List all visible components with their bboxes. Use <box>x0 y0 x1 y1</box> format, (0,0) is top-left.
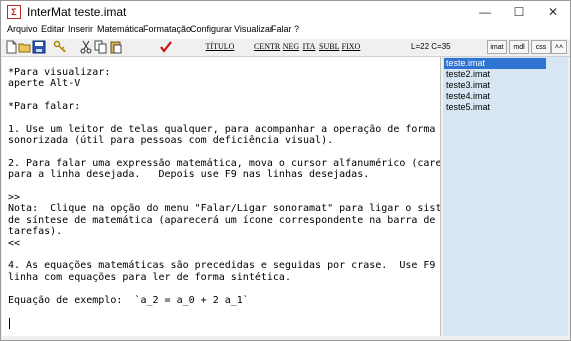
neg-button[interactable]: NEG <box>282 41 300 53</box>
text-editor[interactable]: *Para visualizar: aperte Alt-V *Para fal… <box>2 57 441 336</box>
open-folder-icon[interactable] <box>18 40 32 54</box>
key-icon[interactable] <box>53 40 67 54</box>
menu-falar[interactable]: Falar <box>271 24 292 34</box>
editor-line: *Para falar: <box>8 101 81 112</box>
check-icon[interactable] <box>159 40 173 54</box>
file-item-teste4[interactable]: teste4.imat <box>444 91 546 102</box>
editor-line: sonorizada (útil para pessoas com defici… <box>8 135 334 146</box>
editor-line: >> <box>8 192 21 203</box>
menu-formatacao[interactable]: Formatação <box>143 24 191 34</box>
close-button[interactable]: ✕ <box>536 1 570 23</box>
editor-line: Equação de exemplo: `a_2 = a_0 + 2 a_1` <box>8 295 249 306</box>
calc-icon: Σ <box>7 5 21 19</box>
maximize-button[interactable]: ☐ <box>502 1 536 23</box>
editor-line: aperte Alt-V <box>8 78 81 89</box>
menu-configurar[interactable]: Configurar <box>190 24 232 34</box>
editor-line: de síntese de matemática (aparecerá um í… <box>8 215 436 226</box>
file-item-teste5[interactable]: teste5.imat <box>444 102 546 113</box>
title-bar: Σ InterMat teste.imat — ☐ ✕ <box>1 1 570 23</box>
file-item-teste[interactable]: teste.imat <box>444 58 546 69</box>
editor-line: << <box>8 238 21 249</box>
fixo-button[interactable]: FIXO <box>341 41 361 53</box>
menu-matematica[interactable]: Matemática <box>97 24 144 34</box>
centr-button[interactable]: CENTR <box>254 41 280 53</box>
titulo-button[interactable]: TÍTULO <box>205 41 235 53</box>
file-list[interactable]: teste.imat teste2.imat teste3.imat teste… <box>443 57 568 336</box>
menu-arquivo[interactable]: Arquivo <box>7 24 38 34</box>
app-window: Σ InterMat teste.imat — ☐ ✕ Arquivo Edit… <box>0 0 571 341</box>
cut-icon[interactable] <box>79 40 93 54</box>
mode-imat-button[interactable]: imat <box>487 40 507 54</box>
paste-icon[interactable] <box>109 40 123 54</box>
subl-button[interactable]: SUBL <box>319 41 339 53</box>
editor-line: 2. Para falar uma expressão matemática, … <box>8 158 441 169</box>
file-item-teste2[interactable]: teste2.imat <box>444 69 546 80</box>
save-icon[interactable] <box>32 40 46 54</box>
editor-line: 4. As equações matemáticas são precedida… <box>8 260 441 271</box>
ita-button[interactable]: ITA <box>302 41 316 53</box>
editor-line: Nota: Clique na opção do menu "Falar/Lig… <box>8 203 441 214</box>
mode-mdl-button[interactable]: mdl <box>509 40 529 54</box>
text-caret <box>9 318 10 329</box>
editor-line: *Para visualizar: <box>8 67 111 78</box>
menu-editar[interactable]: Editar <box>41 24 65 34</box>
collapse-button[interactable]: ˄˄ <box>551 40 567 54</box>
menu-visualizar[interactable]: Visualizar <box>234 24 273 34</box>
minimize-button[interactable]: — <box>468 1 502 23</box>
copy-icon[interactable] <box>94 40 108 54</box>
menu-bar: Arquivo Editar Inserir Matemática Format… <box>1 23 570 39</box>
mode-css-button[interactable]: css <box>531 40 551 54</box>
editor-line: 1. Use um leitor de telas qualquer, para… <box>8 124 436 135</box>
editor-line: tarefas). <box>8 226 63 237</box>
file-item-teste3[interactable]: teste3.imat <box>444 80 546 91</box>
editor-line: linha com equações para ler de forma sin… <box>8 272 291 283</box>
new-file-icon[interactable] <box>4 40 18 54</box>
editor-line: para a linha desejada. Depois use F9 nas… <box>8 169 370 180</box>
cursor-position: L=22 C=35 <box>411 42 451 51</box>
toolbar: TÍTULO CENTR NEG ITA SUBL FIXO L=22 C=35… <box>1 39 570 57</box>
menu-help[interactable]: ? <box>294 24 299 34</box>
window-title: InterMat teste.imat <box>27 5 127 19</box>
menu-inserir[interactable]: Inserir <box>68 24 93 34</box>
